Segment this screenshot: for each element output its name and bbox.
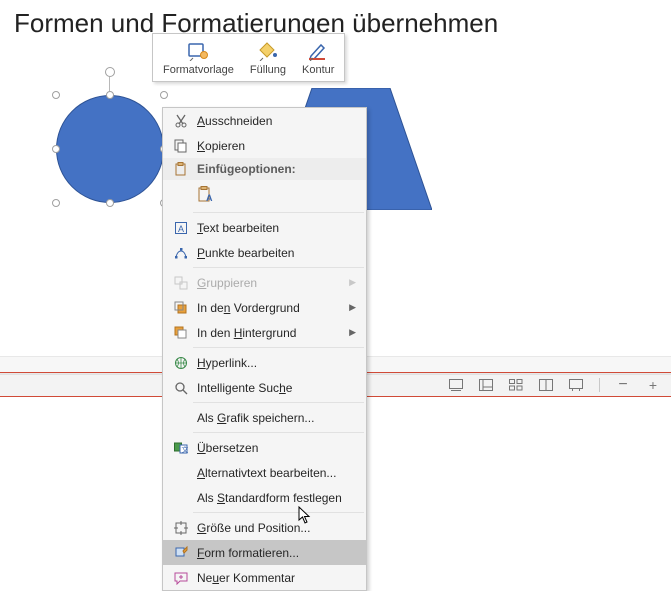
paste-options-label: Einfügeoptionen: bbox=[193, 162, 360, 176]
search-icon bbox=[169, 381, 193, 395]
separator bbox=[193, 432, 364, 433]
svg-text:A: A bbox=[178, 224, 184, 234]
save-graphic-label: Als Grafik speichern... bbox=[193, 411, 360, 425]
edit-text-item[interactable]: A Text bearbeiten bbox=[163, 215, 366, 240]
circle-shape[interactable] bbox=[56, 95, 164, 203]
rotate-connector bbox=[109, 77, 110, 91]
outline-icon bbox=[306, 40, 330, 62]
context-menu: Ausschneiden Kopieren Einfügeoptionen: A… bbox=[162, 107, 367, 591]
mini-toolbar: Formatvorlage Füllung Kontur bbox=[152, 33, 345, 82]
translate-icon: 文 bbox=[169, 441, 193, 455]
copy-item[interactable]: Kopieren bbox=[163, 133, 366, 158]
svg-text:文: 文 bbox=[182, 445, 189, 454]
handle-bm[interactable] bbox=[106, 199, 114, 207]
selected-shape-box bbox=[56, 85, 164, 217]
separator bbox=[193, 512, 364, 513]
reading-view-button[interactable] bbox=[536, 376, 556, 394]
translate-item[interactable]: 文 Übersetzen bbox=[163, 435, 366, 460]
slideshow-button[interactable] bbox=[566, 376, 586, 394]
fill-label: Füllung bbox=[250, 64, 286, 76]
style-icon bbox=[186, 40, 210, 62]
edit-points-item[interactable]: Punkte bearbeiten bbox=[163, 240, 366, 265]
cut-label: Ausschneiden bbox=[193, 114, 360, 128]
svg-text:A: A bbox=[206, 193, 213, 203]
new-comment-label: Neuer Kommentar bbox=[193, 571, 360, 585]
submenu-arrow-icon: ▶ bbox=[349, 277, 360, 288]
edit-text-icon: A bbox=[169, 221, 193, 235]
send-back-label: In den Hintergrund bbox=[193, 326, 349, 340]
hyperlink-label: Hyperlink... bbox=[193, 356, 360, 370]
bring-front-item[interactable]: In den Vordergrund ▶ bbox=[163, 295, 366, 320]
paste-options-header: Einfügeoptionen: bbox=[163, 158, 366, 180]
format-shape-icon bbox=[169, 546, 193, 560]
copy-icon bbox=[169, 139, 193, 153]
paste-keep-formatting[interactable]: A bbox=[193, 183, 219, 207]
status-controls: − + bbox=[446, 375, 663, 395]
paste-options-row: A bbox=[163, 180, 366, 210]
size-position-item[interactable]: Größe und Position... bbox=[163, 515, 366, 540]
separator bbox=[193, 267, 364, 268]
normal-view-button[interactable] bbox=[476, 376, 496, 394]
separator bbox=[193, 347, 364, 348]
save-graphic-item[interactable]: Als Grafik speichern... bbox=[163, 405, 366, 430]
smart-lookup-label: Intelligente Suche bbox=[193, 381, 360, 395]
handle-ml[interactable] bbox=[52, 145, 60, 153]
sorter-view-button[interactable] bbox=[506, 376, 526, 394]
alt-text-item[interactable]: Alternativtext bearbeiten... bbox=[163, 460, 366, 485]
handle-tr[interactable] bbox=[160, 91, 168, 99]
paste-icon bbox=[169, 162, 193, 176]
bring-front-label: In den Vordergrund bbox=[193, 301, 349, 315]
separator bbox=[193, 402, 364, 403]
zoom-out-button[interactable]: − bbox=[613, 376, 633, 394]
hyperlink-icon bbox=[169, 356, 193, 370]
copy-label: Kopieren bbox=[193, 139, 360, 153]
send-back-item[interactable]: In den Hintergrund ▶ bbox=[163, 320, 366, 345]
group-icon bbox=[169, 276, 193, 290]
separator bbox=[193, 212, 364, 213]
style-label: Formatvorlage bbox=[163, 64, 234, 76]
new-comment-item[interactable]: Neuer Kommentar bbox=[163, 565, 366, 590]
edit-points-icon bbox=[169, 246, 193, 260]
edit-points-label: Punkte bearbeiten bbox=[193, 246, 360, 260]
cut-icon bbox=[169, 114, 193, 128]
handle-tl[interactable] bbox=[52, 91, 60, 99]
outline-button[interactable]: Kontur bbox=[294, 36, 342, 79]
handle-bl[interactable] bbox=[52, 199, 60, 207]
translate-label: Übersetzen bbox=[193, 441, 360, 455]
style-button[interactable]: Formatvorlage bbox=[155, 36, 242, 79]
format-shape-item[interactable]: Form formatieren... bbox=[163, 540, 366, 565]
submenu-arrow-icon: ▶ bbox=[349, 302, 360, 313]
fill-button[interactable]: Füllung bbox=[242, 36, 294, 79]
notes-button[interactable] bbox=[446, 376, 466, 394]
format-shape-label: Form formatieren... bbox=[193, 546, 360, 560]
group-item: Gruppieren ▶ bbox=[163, 270, 366, 295]
size-position-label: Größe und Position... bbox=[193, 521, 360, 535]
bring-front-icon bbox=[169, 301, 193, 315]
handle-tm[interactable] bbox=[106, 91, 114, 99]
rotate-handle[interactable] bbox=[105, 67, 115, 77]
size-icon bbox=[169, 521, 193, 535]
smart-lookup-item[interactable]: Intelligente Suche bbox=[163, 375, 366, 400]
set-default-label: Als Standardform festlegen bbox=[193, 491, 360, 505]
divider bbox=[599, 378, 600, 392]
alt-text-label: Alternativtext bearbeiten... bbox=[193, 466, 360, 480]
outline-label: Kontur bbox=[302, 64, 334, 76]
set-default-item[interactable]: Als Standardform festlegen bbox=[163, 485, 366, 510]
group-label: Gruppieren bbox=[193, 276, 349, 290]
fill-icon bbox=[256, 40, 280, 62]
zoom-in-button[interactable]: + bbox=[643, 376, 663, 394]
send-back-icon bbox=[169, 326, 193, 340]
hyperlink-item[interactable]: Hyperlink... bbox=[163, 350, 366, 375]
submenu-arrow-icon: ▶ bbox=[349, 327, 360, 338]
cut-item[interactable]: Ausschneiden bbox=[163, 108, 366, 133]
edit-text-label: Text bearbeiten bbox=[193, 221, 360, 235]
comment-icon bbox=[169, 571, 193, 585]
